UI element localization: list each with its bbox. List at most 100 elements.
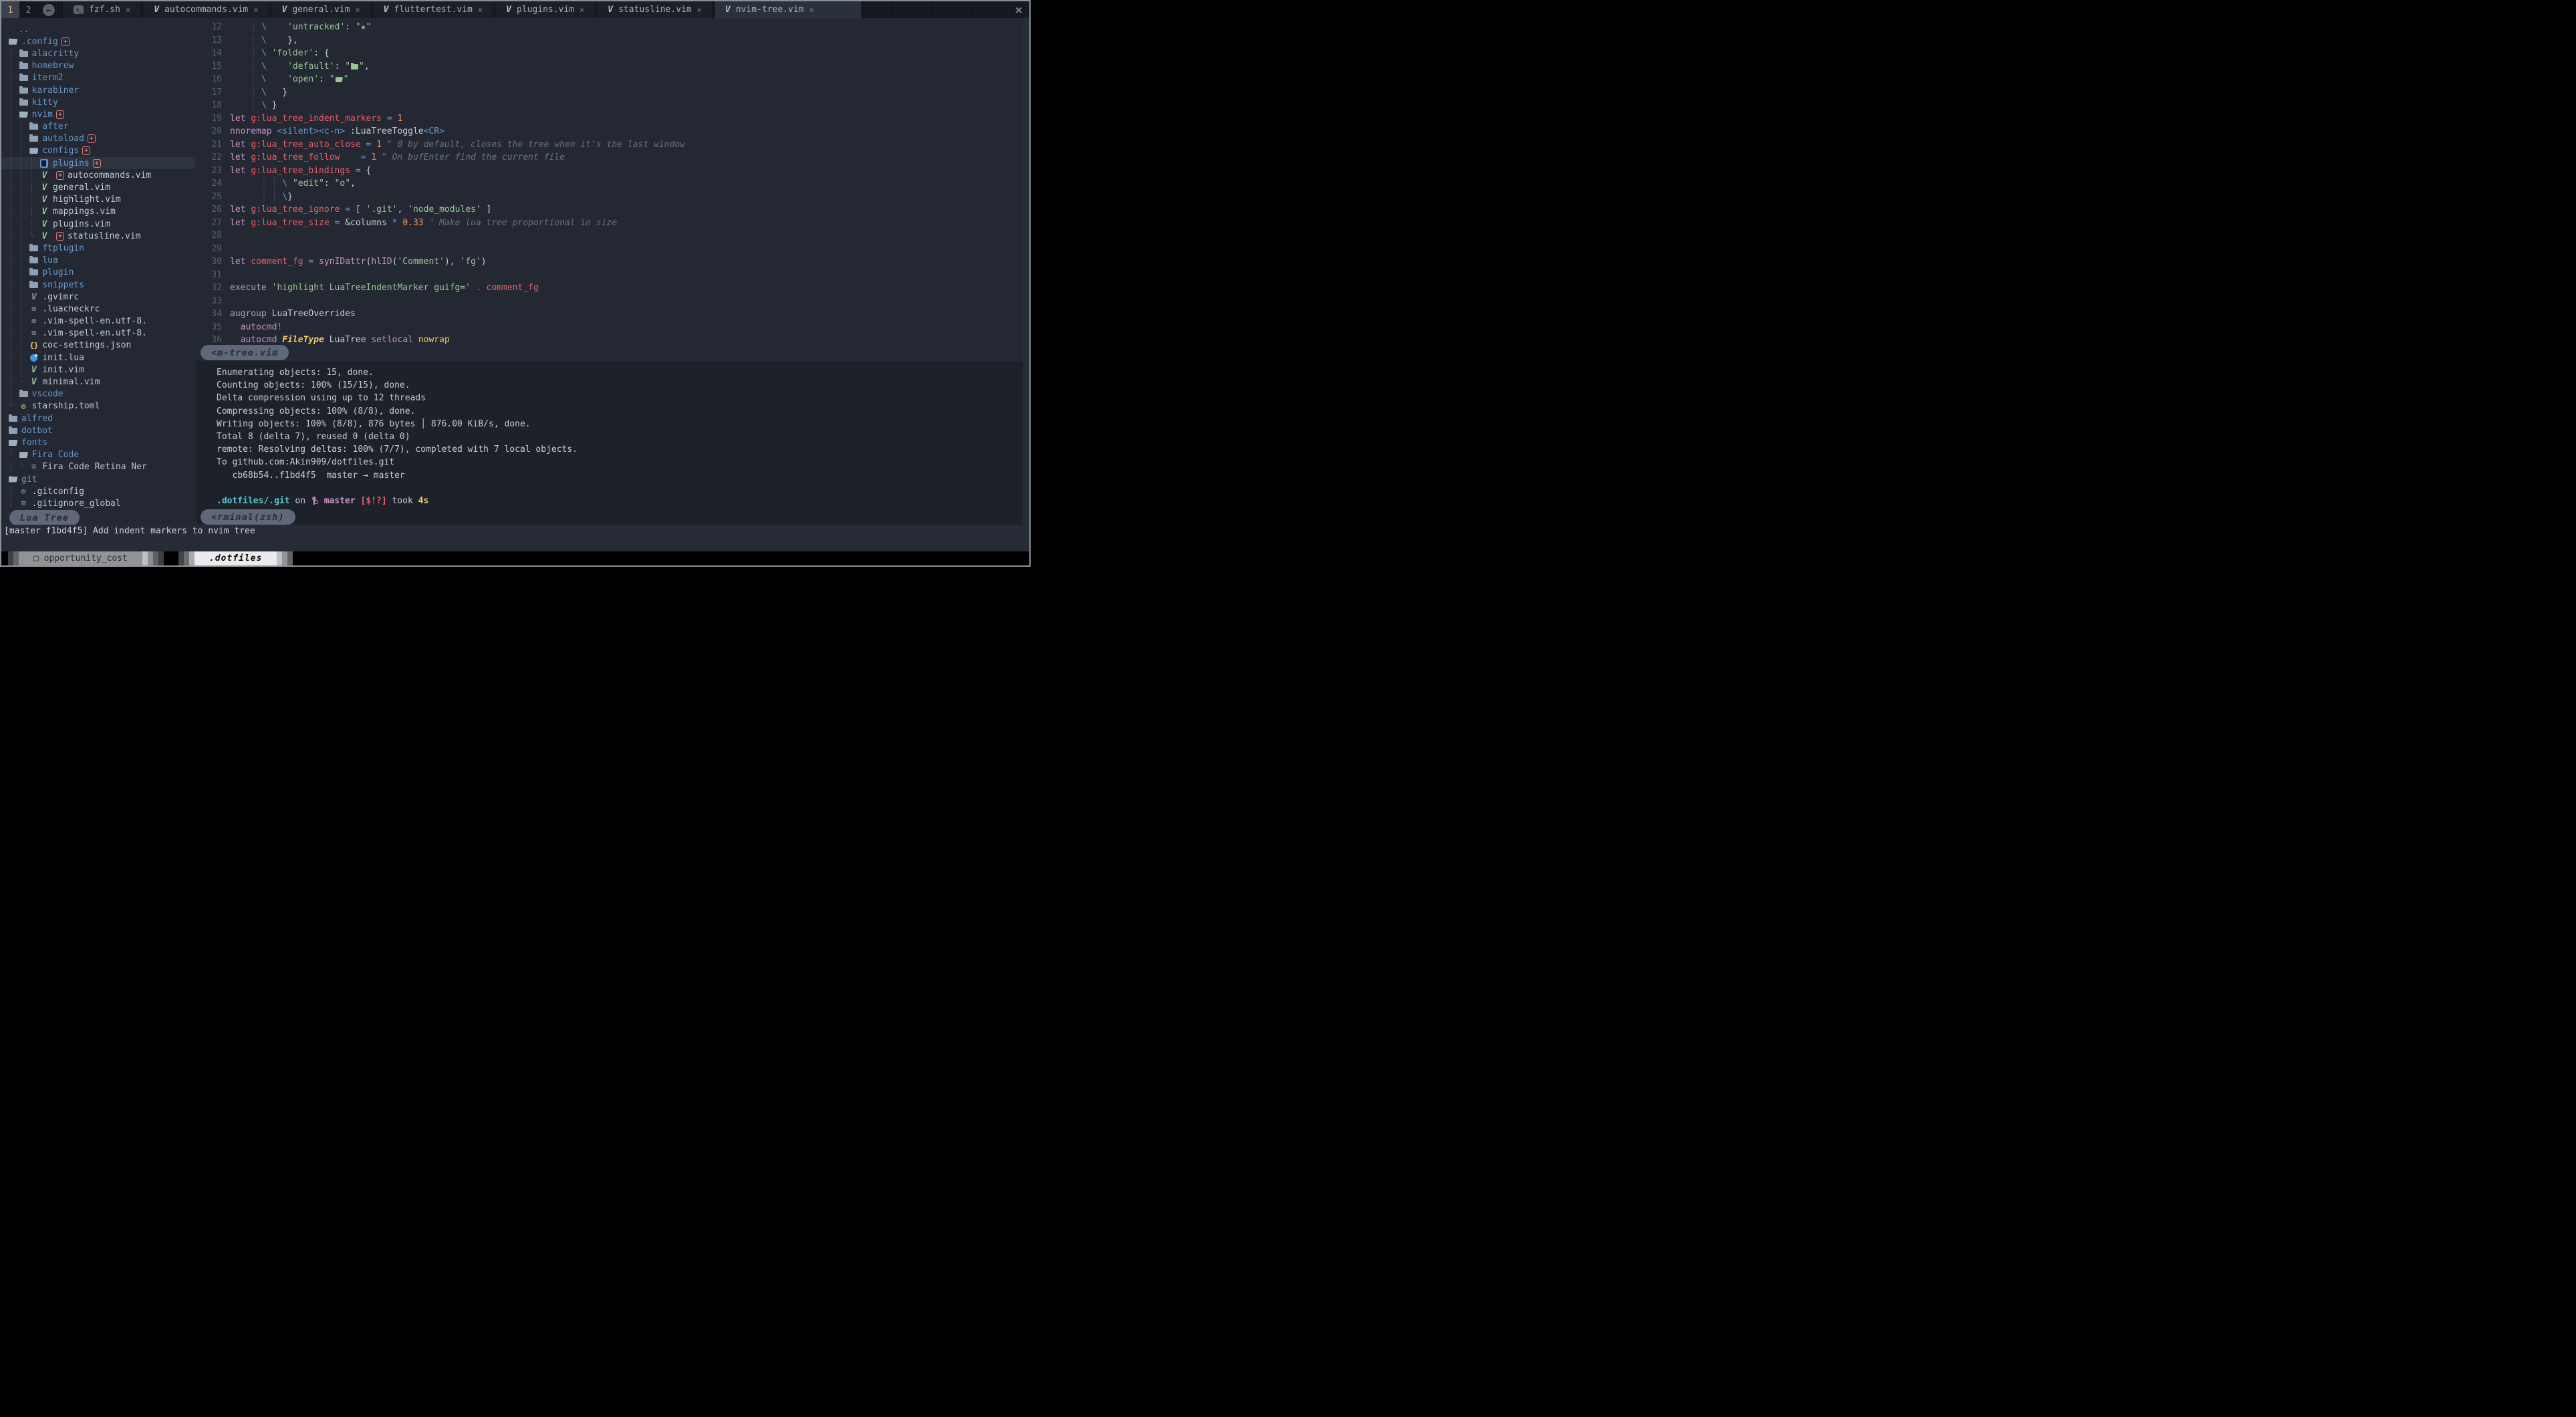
code-token: <silent><c-n> [277, 126, 345, 136]
code-token: " [345, 61, 350, 72]
code-token: nowrap [418, 335, 450, 345]
tree-item-statusline.vim[interactable]: │ │ └ V+statusline.vim [1, 230, 195, 242]
code-line: 37augroup END [197, 347, 1029, 360]
tab-close-icon[interactable]: × [478, 5, 483, 15]
tab-close-icon[interactable]: × [579, 5, 584, 15]
line-number: 25 [197, 192, 230, 202]
tree-item-coc-settings.json[interactable]: │ │ {}coc-settings.json [1, 340, 195, 352]
terminal-line: Total 8 (delta 7), reused 0 (delta 0) [217, 430, 1023, 443]
code-text: let g:lua_tree_indent_markers = 1 [230, 114, 402, 124]
folder-icon [29, 136, 39, 142]
tree-item-after[interactable]: │ │ after [1, 121, 195, 133]
tree-item-Fira Code[interactable]: └ Fira Code [1, 449, 195, 461]
tree-item-autoload[interactable]: │ │ autoload+ [1, 133, 195, 145]
tmux-window-number[interactable]: 2 [19, 1, 37, 18]
tree-item-autocommands.vim[interactable]: │ │ │ V+autocommands.vim [1, 169, 195, 181]
terminal-pane[interactable]: Enumerating objects: 15, done.Counting o… [197, 361, 1023, 525]
tree-item-plugins[interactable]: │ │ │ plugins+ [1, 157, 195, 169]
tab-fzf.sh[interactable]: >_fzf.sh× [63, 1, 140, 18]
tab-close-icon[interactable]: × [355, 5, 360, 15]
code-line: 36 autocmd FileType LuaTree setlocal now… [197, 334, 1029, 347]
tmux-window-list: 12 [1, 1, 37, 18]
tree-item-mappings.vim[interactable]: │ │ │ Vmappings.vim [1, 206, 195, 218]
close-icon[interactable]: × [1015, 1, 1023, 18]
tree-item-.vim-spell-en.utf-8.[interactable]: │ │ ≡.vim-spell-en.utf-8. [1, 328, 195, 340]
tmux-window-label: □ opportunity_cost [19, 551, 142, 565]
tab-close-icon[interactable]: × [697, 5, 702, 15]
tree-item-homebrew[interactable]: │ homebrew [1, 60, 195, 72]
tab-plugins.vim[interactable]: Vplugins.vim× [496, 1, 594, 18]
right-edge-gutter [1023, 18, 1029, 525]
tree-item-starship.toml[interactable]: └ ⚙starship.toml [1, 400, 195, 412]
code-token: = [366, 140, 377, 150]
tmux-window-opportunity_cost[interactable]: □ opportunity_cost [8, 551, 164, 565]
tree-item-git[interactable]: git [1, 473, 195, 485]
tab-general.vim[interactable]: Vgeneral.vim× [272, 1, 370, 18]
vim-file-icon: V [31, 292, 37, 302]
tree-item-general.vim[interactable]: │ │ │ Vgeneral.vim [1, 181, 195, 193]
code-token: } [287, 192, 293, 202]
indent-guide: │ [8, 73, 19, 83]
tab-statusline.vim[interactable]: Vstatusline.vim× [598, 1, 712, 18]
tree-item-iterm2[interactable]: │ iterm2 [1, 72, 195, 84]
tree-item-.gvimrc[interactable]: │ │ V.gvimrc [1, 291, 195, 303]
tree-item-dotbot[interactable]: dotbot [1, 424, 195, 436]
code-token: : [335, 61, 346, 72]
tree-item-.config[interactable]: .config+ [1, 35, 195, 47]
tree-item-highlight.vim[interactable]: │ │ │ Vhighlight.vim [1, 194, 195, 206]
tmux-window-number[interactable]: 1 [1, 1, 19, 18]
tree-item-alfred[interactable]: alfred [1, 412, 195, 424]
tab-autocommands.vim[interactable]: Vautocommands.vim× [144, 1, 268, 18]
code-token: let [230, 205, 251, 215]
tree-item-alacritty[interactable]: │ alacritty [1, 47, 195, 59]
tree-item-label: Fira Code Retina Ner [42, 462, 147, 472]
tree-item-nvim[interactable]: │ nvim+ [1, 108, 195, 120]
tree-item-plugin[interactable]: │ │ plugin [1, 267, 195, 279]
code-token: │ │ [230, 178, 282, 188]
code-text: let g:lua_tree_follow = 1 " On bufEnter … [230, 152, 565, 162]
code-text: │ \ 'folder': { [230, 48, 330, 58]
tree-item-plugins.vim[interactable]: │ │ │ Vplugins.vim [1, 218, 195, 230]
command-message-line: [master f1bd4f5] Add indent markers to n… [1, 525, 1029, 553]
tree-item-init.lua[interactable]: │ │ init.lua [1, 352, 195, 364]
indent-guide: │ │ [8, 353, 29, 363]
vim-file-icon: V [29, 365, 39, 375]
text-file-icon: ≡ [31, 328, 37, 338]
tree-item-vscode[interactable]: │ vscode [1, 388, 195, 400]
indent-guide: └ [8, 401, 19, 411]
tree-item-.gitignore_global[interactable]: │ ≡.gitignore_global [1, 497, 195, 509]
tree-item-.gitconfig[interactable]: │ ⚙.gitconfig [1, 485, 195, 497]
code-token: LuaTree [330, 335, 372, 345]
tree-item-kitty[interactable]: │ kitty [1, 96, 195, 108]
code-line: 17 │ \ } [197, 86, 1029, 100]
folder-icon [29, 269, 39, 275]
back-arrow-icon[interactable]: ← [43, 4, 55, 16]
tree-item-.luacheckrc[interactable]: │ │ ≡.luacheckrc [1, 303, 195, 315]
tree-item-ftplugin[interactable]: │ │ ftplugin [1, 242, 195, 254]
tree-item-fonts[interactable]: fonts [1, 436, 195, 448]
indent-guide [8, 25, 19, 35]
tab-label: statusline.vim [618, 5, 692, 15]
tab-close-icon[interactable]: × [809, 5, 814, 15]
tree-item-karabiner[interactable]: │ karabiner [1, 84, 195, 96]
tab-nvim-tree.vim[interactable]: Vnvim-tree.vim× [715, 1, 861, 18]
tree-item-minimal.vim[interactable]: │ └ Vminimal.vim [1, 376, 195, 388]
git-new-badge: + [88, 134, 96, 143]
tree-item-label: plugins [53, 158, 90, 168]
code-token: \ [261, 22, 267, 32]
tree-item-lua[interactable]: │ │ lua [1, 255, 195, 267]
nvim-tree-panel[interactable]: ...config+│ alacritty│ homebrew│ iterm2│… [1, 18, 195, 525]
tree-item-Fira Code Retina Ner[interactable]: │ └ ≡Fira Code Retina Ner [1, 461, 195, 473]
folder-icon [29, 257, 38, 263]
tree-item-snippets[interactable]: │ │ snippets [1, 279, 195, 291]
tree-item-.vim-spell-en.utf-8.[interactable]: │ │ ≡.vim-spell-en.utf-8. [1, 315, 195, 328]
tab-fluttertest.vim[interactable]: Vfluttertest.vim× [374, 1, 493, 18]
tree-item-configs[interactable]: │ │ configs+ [1, 145, 195, 157]
editor-buffer[interactable]: 12 │ \ 'untracked': "★"13 │ \ },14 │ \ '… [197, 18, 1029, 361]
tab-close-icon[interactable]: × [126, 5, 130, 15]
tab-close-icon[interactable]: × [253, 5, 258, 15]
code-token: augroup [230, 309, 272, 319]
tmux-window-dotfiles[interactable]: .dotfiles [178, 551, 293, 565]
tree-item-..[interactable]: .. [1, 23, 195, 35]
tree-item-init.vim[interactable]: │ │ Vinit.vim [1, 364, 195, 376]
